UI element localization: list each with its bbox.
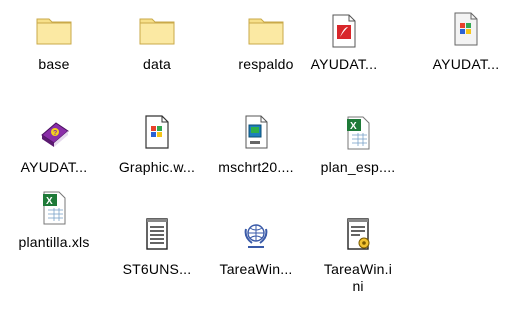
desktop-folder-view: { "items": [ {"label": "base", "icon": "… xyxy=(0,0,522,312)
file-mschrt20[interactable]: mschrt20.... xyxy=(208,113,304,176)
item-label: ST6UNS... xyxy=(122,261,192,277)
svg-text:X: X xyxy=(46,196,53,207)
item-label: data xyxy=(142,56,172,72)
folder-icon xyxy=(246,10,286,50)
item-label: TareaWin... xyxy=(219,261,293,277)
item-label: base xyxy=(38,56,70,72)
folder-base[interactable]: base xyxy=(6,10,102,73)
svg-text:X: X xyxy=(350,121,357,132)
file-plan-esp[interactable]: X plan_esp.... xyxy=(310,113,406,176)
ini-settings-file-icon xyxy=(338,215,378,255)
excel-spreadsheet-icon: X xyxy=(34,188,74,228)
file-ayudat-hlp[interactable]: AYUDAT... xyxy=(418,10,514,73)
folder-data[interactable]: data xyxy=(109,10,205,73)
windows-help-document-icon xyxy=(446,10,486,50)
excel-spreadsheet-icon: X xyxy=(338,113,378,153)
windows-file-icon xyxy=(137,113,177,153)
file-ayudat-pdf[interactable]: AYUDAT... xyxy=(296,10,392,73)
text-document-icon xyxy=(137,215,177,255)
folder-icon xyxy=(137,10,177,50)
file-tareawin-ini[interactable]: TareaWin.i ni xyxy=(310,215,406,295)
file-graphic-w[interactable]: Graphic.w... xyxy=(109,113,205,176)
file-plantilla-xls[interactable]: X plantilla.xls xyxy=(6,188,102,251)
acrobat-document-icon xyxy=(324,10,364,50)
ms-chart-file-icon xyxy=(236,113,276,153)
item-label: plan_esp.... xyxy=(320,159,396,175)
file-ayudat-chm[interactable]: ? AYUDAT... xyxy=(6,113,102,176)
folder-icon xyxy=(34,10,74,50)
item-label: Graphic.w... xyxy=(118,159,196,175)
file-tareawin[interactable]: TareaWin... xyxy=(208,215,304,278)
item-label: plantilla.xls xyxy=(18,234,90,250)
item-label: AYUDAT... xyxy=(20,159,88,175)
globe-wreath-icon xyxy=(236,215,276,255)
item-label-line2: ni xyxy=(352,278,364,294)
item-label: AYUDAT... xyxy=(432,56,500,72)
file-st6uns[interactable]: ST6UNS... xyxy=(109,215,205,278)
svg-text:?: ? xyxy=(53,130,57,137)
item-label: mschrt20.... xyxy=(218,159,294,175)
item-label: TareaWin.i xyxy=(323,261,393,277)
item-label: AYUDAT... xyxy=(310,56,378,72)
help-book-icon: ? xyxy=(34,113,74,153)
